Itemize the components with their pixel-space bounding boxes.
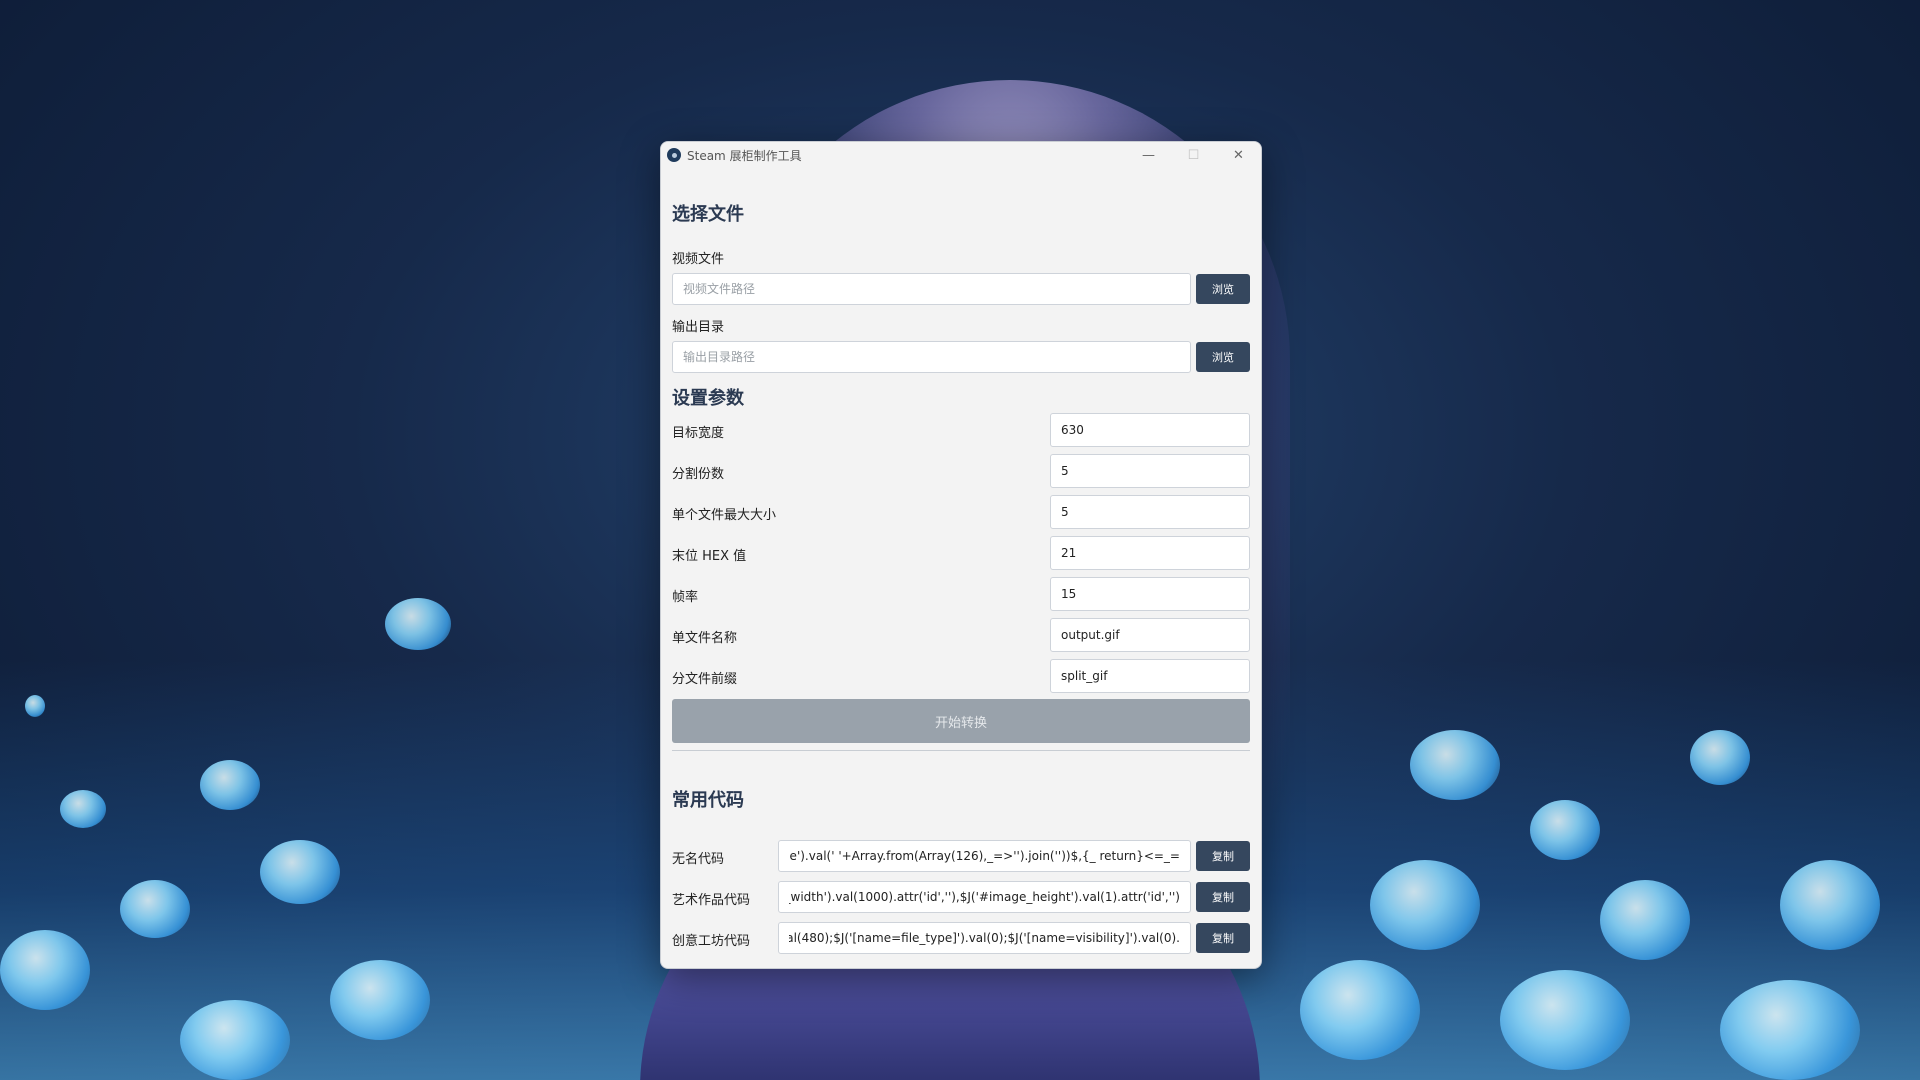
section-divider bbox=[672, 750, 1250, 751]
single-file-name-label: 单文件名称 bbox=[672, 631, 738, 646]
output-dir-label: 输出目录 bbox=[672, 320, 725, 335]
wallpaper-bubble bbox=[25, 695, 45, 717]
wallpaper-bubble bbox=[1410, 730, 1500, 800]
code-label-workshop: 创意工坊代码 bbox=[672, 934, 751, 949]
copy-anonymous-button[interactable]: 复制 bbox=[1196, 841, 1250, 871]
params-section-title: 设置参数 bbox=[672, 388, 744, 409]
frame-rate-label: 帧率 bbox=[672, 590, 699, 605]
wallpaper-bubble bbox=[1720, 980, 1860, 1080]
code-label-artwork: 艺术作品代码 bbox=[672, 893, 751, 908]
wallpaper-bubble bbox=[1530, 800, 1600, 860]
last-hex-input[interactable] bbox=[1050, 536, 1250, 570]
wallpaper-bubble bbox=[260, 840, 340, 904]
target-width-input[interactable] bbox=[1050, 413, 1250, 447]
split-count-input[interactable] bbox=[1050, 454, 1250, 488]
max-file-size-input[interactable] bbox=[1050, 495, 1250, 529]
browse-video-button[interactable]: 浏览 bbox=[1196, 274, 1250, 304]
split-prefix-input[interactable] bbox=[1050, 659, 1250, 693]
code-input-artwork[interactable] bbox=[778, 881, 1191, 913]
wallpaper-bubble bbox=[1600, 880, 1690, 960]
app-content: 选择文件 视频文件 浏览 输出目录 浏览 设置参数 目标宽度 分割份数 单个文件… bbox=[661, 142, 1261, 968]
start-convert-button[interactable]: 开始转换 bbox=[672, 699, 1250, 743]
split-count-label: 分割份数 bbox=[672, 467, 725, 482]
wallpaper-bubble bbox=[1300, 960, 1420, 1060]
wallpaper-bubble bbox=[180, 1000, 290, 1080]
app-window: Steam 展柜制作工具 — ☐ ✕ 选择文件 视频文件 浏览 输出目录 浏览 … bbox=[660, 141, 1262, 969]
video-file-label: 视频文件 bbox=[672, 252, 725, 267]
copy-workshop-button[interactable]: 复制 bbox=[1196, 923, 1250, 953]
target-width-label: 目标宽度 bbox=[672, 426, 725, 441]
wallpaper-bubble bbox=[60, 790, 106, 828]
wallpaper-bubble bbox=[385, 598, 451, 650]
code-section-title: 常用代码 bbox=[672, 790, 744, 811]
video-file-input[interactable] bbox=[672, 273, 1191, 305]
code-input-anonymous[interactable] bbox=[778, 840, 1191, 872]
wallpaper-bubble bbox=[1370, 860, 1480, 950]
last-hex-label: 末位 HEX 值 bbox=[672, 549, 747, 564]
split-prefix-label: 分文件前缀 bbox=[672, 672, 738, 687]
code-input-workshop[interactable] bbox=[778, 922, 1191, 954]
wallpaper-bubble bbox=[330, 960, 430, 1040]
wallpaper-bubble bbox=[0, 930, 90, 1010]
browse-output-button[interactable]: 浏览 bbox=[1196, 342, 1250, 372]
max-file-size-label: 单个文件最大大小 bbox=[672, 508, 777, 523]
wallpaper-bubble bbox=[1690, 730, 1750, 785]
code-label-anonymous: 无名代码 bbox=[672, 852, 725, 867]
file-section-title: 选择文件 bbox=[672, 204, 744, 225]
output-dir-input[interactable] bbox=[672, 341, 1191, 373]
wallpaper-bubble bbox=[1500, 970, 1630, 1070]
wallpaper-bubble bbox=[1780, 860, 1880, 950]
frame-rate-input[interactable] bbox=[1050, 577, 1250, 611]
copy-artwork-button[interactable]: 复制 bbox=[1196, 882, 1250, 912]
single-file-name-input[interactable] bbox=[1050, 618, 1250, 652]
wallpaper-bubble bbox=[120, 880, 190, 938]
wallpaper-bubble bbox=[200, 760, 260, 810]
